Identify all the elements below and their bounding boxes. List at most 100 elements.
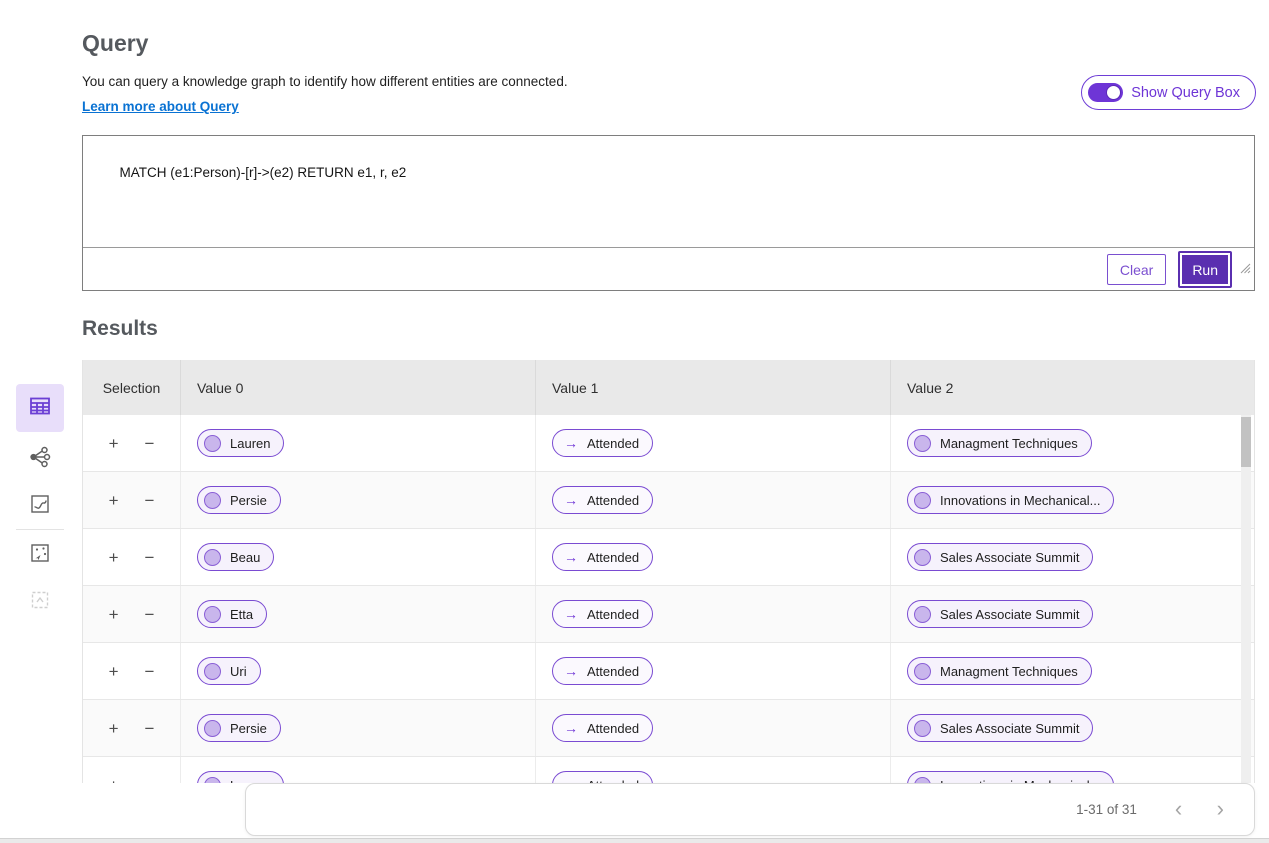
collapse-button[interactable]: −	[145, 549, 155, 566]
run-button[interactable]: Run	[1178, 251, 1232, 288]
value2-cell: Innovations in Mechanical...	[891, 472, 1254, 528]
query-input[interactable]: MATCH (e1:Person)-[r]->(e2) RETURN e1, r…	[83, 136, 1254, 274]
node-icon	[204, 719, 221, 737]
relation-pill-label: Attended	[587, 492, 640, 508]
collapse-button[interactable]: −	[145, 720, 155, 737]
results-table: Selection Value 0 Value 1 Value 2 + − La…	[82, 360, 1255, 783]
results-title: Results	[82, 317, 158, 340]
entity-pill[interactable]: Lauren	[197, 429, 285, 457]
relation-pill[interactable]: → Attended	[552, 771, 654, 783]
entity-pill[interactable]: Etta	[197, 600, 268, 628]
scrollbar-thumb[interactable]	[1241, 417, 1251, 467]
value0-cell: Lauren	[181, 415, 536, 471]
relation-pill[interactable]: → Attended	[552, 657, 654, 685]
learn-more-link[interactable]: Learn more about Query	[82, 99, 239, 114]
query-text: MATCH (e1:Person)-[r]->(e2) RETURN e1, r…	[119, 165, 407, 180]
table-row: + − Persie → Attended Innovations in Mec…	[83, 472, 1254, 529]
entity-pill[interactable]: Persie	[197, 714, 281, 742]
clear-button[interactable]: Clear	[1106, 254, 1167, 285]
expand-button[interactable]: +	[109, 777, 119, 784]
entity-pill-label: Persie	[230, 720, 267, 736]
node-icon	[914, 605, 931, 623]
toggle-label: Show Query Box	[1131, 84, 1240, 101]
value2-cell: Managment Techniques	[891, 415, 1254, 471]
table-scrollbar[interactable]	[1241, 415, 1251, 783]
node-icon	[204, 491, 221, 509]
resize-grip-icon[interactable]	[1239, 232, 1251, 274]
expand-button[interactable]: +	[109, 720, 119, 737]
relation-pill-label: Attended	[587, 663, 640, 679]
collapse-button[interactable]: −	[145, 777, 155, 784]
target-pill-label: Managment Techniques	[940, 435, 1078, 451]
expand-button[interactable]: +	[109, 435, 119, 452]
collapse-button[interactable]: −	[145, 435, 155, 452]
value0-cell: Beau	[181, 529, 536, 585]
value0-cell: Uri	[181, 643, 536, 699]
sidebar-item-chart-view[interactable]	[16, 482, 64, 530]
target-pill[interactable]: Sales Associate Summit	[907, 600, 1094, 628]
relation-arrow-icon: →	[564, 492, 578, 508]
value0-cell: Lauren	[181, 757, 536, 783]
value0-cell: Persie	[181, 472, 536, 528]
target-pill-label: Innovations in Mechanical...	[940, 492, 1101, 508]
column-header-value0: Value 0	[181, 360, 536, 415]
relation-pill-label: Attended	[587, 435, 640, 451]
relation-pill[interactable]: → Attended	[552, 714, 654, 742]
map-view-icon	[29, 542, 51, 569]
value2-cell: Sales Associate Summit	[891, 700, 1254, 756]
target-pill[interactable]: Managment Techniques	[907, 657, 1092, 685]
table-view-icon	[28, 394, 52, 423]
show-query-box-toggle[interactable]: Show Query Box	[1081, 75, 1256, 110]
node-icon	[914, 719, 931, 737]
relation-arrow-icon: →	[564, 549, 578, 565]
value2-cell: Sales Associate Summit	[891, 586, 1254, 642]
value2-cell: Sales Associate Summit	[891, 529, 1254, 585]
collapse-button[interactable]: −	[145, 663, 155, 680]
expand-button[interactable]: +	[109, 606, 119, 623]
next-page-button[interactable]: ›	[1213, 798, 1228, 820]
node-icon	[204, 434, 221, 452]
relation-pill[interactable]: → Attended	[552, 429, 654, 457]
node-icon	[914, 491, 931, 509]
relation-pill[interactable]: → Attended	[552, 543, 654, 571]
target-pill[interactable]: Managment Techniques	[907, 429, 1092, 457]
toggle-switch-icon[interactable]	[1088, 83, 1124, 102]
expand-button[interactable]: +	[109, 663, 119, 680]
relation-pill[interactable]: → Attended	[552, 486, 654, 514]
sidebar-item-graph-view[interactable]	[16, 435, 64, 483]
selection-cell: + −	[83, 586, 181, 642]
selection-cell: + −	[83, 415, 181, 471]
relation-pill[interactable]: → Attended	[552, 600, 654, 628]
table-row: + − Beau → Attended Sales Associate Summ…	[83, 529, 1254, 586]
target-pill[interactable]: Sales Associate Summit	[907, 714, 1094, 742]
table-row: + − Lauren → Attended Managment Techniqu…	[83, 415, 1254, 472]
entity-pill[interactable]: Beau	[197, 543, 275, 571]
expand-button[interactable]: +	[109, 492, 119, 509]
page-title: Query	[82, 30, 149, 56]
entity-pill[interactable]: Uri	[197, 657, 261, 685]
value0-cell: Etta	[181, 586, 536, 642]
relation-arrow-icon: →	[564, 606, 578, 622]
target-pill[interactable]: Sales Associate Summit	[907, 543, 1094, 571]
node-icon	[204, 605, 221, 623]
entity-pill-label: Persie	[230, 492, 267, 508]
sidebar-item-map-view[interactable]	[16, 531, 64, 579]
entity-pill[interactable]: Persie	[197, 486, 281, 514]
target-pill[interactable]: Innovations in Mechanical...	[907, 771, 1115, 783]
sidebar-item-table-view[interactable]	[16, 384, 64, 432]
bottom-scroll-strip[interactable]	[0, 838, 1269, 843]
collapse-button[interactable]: −	[145, 606, 155, 623]
query-actions-bar: Clear Run	[83, 247, 1254, 291]
table-row: + − Etta → Attended Sales Associate Summ…	[83, 586, 1254, 643]
prev-page-button[interactable]: ‹	[1171, 798, 1186, 820]
target-pill-label: Sales Associate Summit	[940, 720, 1080, 736]
target-pill-label: Sales Associate Summit	[940, 606, 1080, 622]
target-pill[interactable]: Innovations in Mechanical...	[907, 486, 1115, 514]
entity-pill-label: Uri	[230, 663, 247, 679]
collapse-button[interactable]: −	[145, 492, 155, 509]
expand-button[interactable]: +	[109, 549, 119, 566]
value1-cell: → Attended	[536, 700, 891, 756]
sidebar-item-expand-view	[16, 578, 64, 626]
table-body: + − Lauren → Attended Managment Techniqu…	[83, 415, 1254, 783]
entity-pill[interactable]: Lauren	[197, 771, 285, 783]
